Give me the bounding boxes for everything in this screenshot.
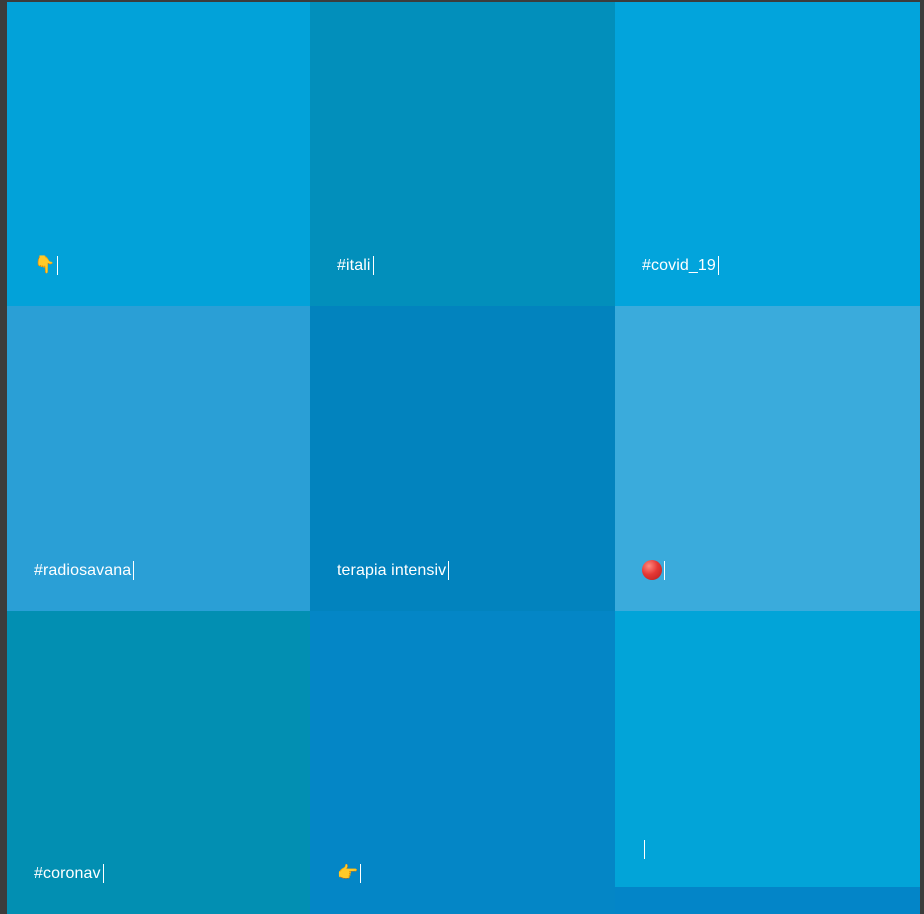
text-tile[interactable] [615,887,920,914]
pointing-down-emoji: 👇 [34,255,56,275]
text-caret [372,256,374,275]
pointing-right-emoji: 👉 [337,863,359,883]
text-tile[interactable]: terapia intensiv [310,306,615,611]
text-tile[interactable] [615,306,920,611]
text-caret [102,864,104,883]
red-circle-icon [642,560,662,580]
text-caret [360,864,362,883]
text-tile[interactable]: #itali [310,2,615,306]
tile-grid: 👇 #itali #covid_19 #radiosavana terapia … [0,0,924,914]
text-caret [717,256,719,275]
tile-text-input[interactable]: #covid_19 [642,256,719,275]
tile-text: #covid_19 [642,256,716,274]
text-tile[interactable]: #coronav [7,611,310,914]
text-caret [133,561,135,580]
tile-text-input[interactable]: #itali [337,256,374,275]
tile-text-input[interactable] [642,560,665,580]
tile-text-input[interactable]: terapia intensiv [337,561,450,580]
text-caret [664,560,665,580]
text-tile[interactable]: #radiosavana [7,306,310,611]
tile-text-input[interactable]: 👉 [337,863,362,883]
tile-text: #itali [337,256,371,274]
text-tile[interactable]: 👉 [310,611,615,914]
text-tile[interactable]: #covid_19 [615,2,920,306]
text-caret [448,561,450,580]
tile-text-input[interactable]: #radiosavana [34,561,135,580]
tile-text-input[interactable] [642,840,645,859]
tile-text-input[interactable]: #coronav [34,864,104,883]
tile-text: #radiosavana [34,561,132,579]
tile-text: #coronav [34,864,101,882]
text-tile[interactable]: 👇 [7,2,310,306]
tile-text-input[interactable]: 👇 [34,255,59,275]
tile-text: terapia intensiv [337,561,447,579]
text-caret [57,256,59,275]
text-caret [644,840,645,859]
text-tile[interactable] [615,611,920,887]
